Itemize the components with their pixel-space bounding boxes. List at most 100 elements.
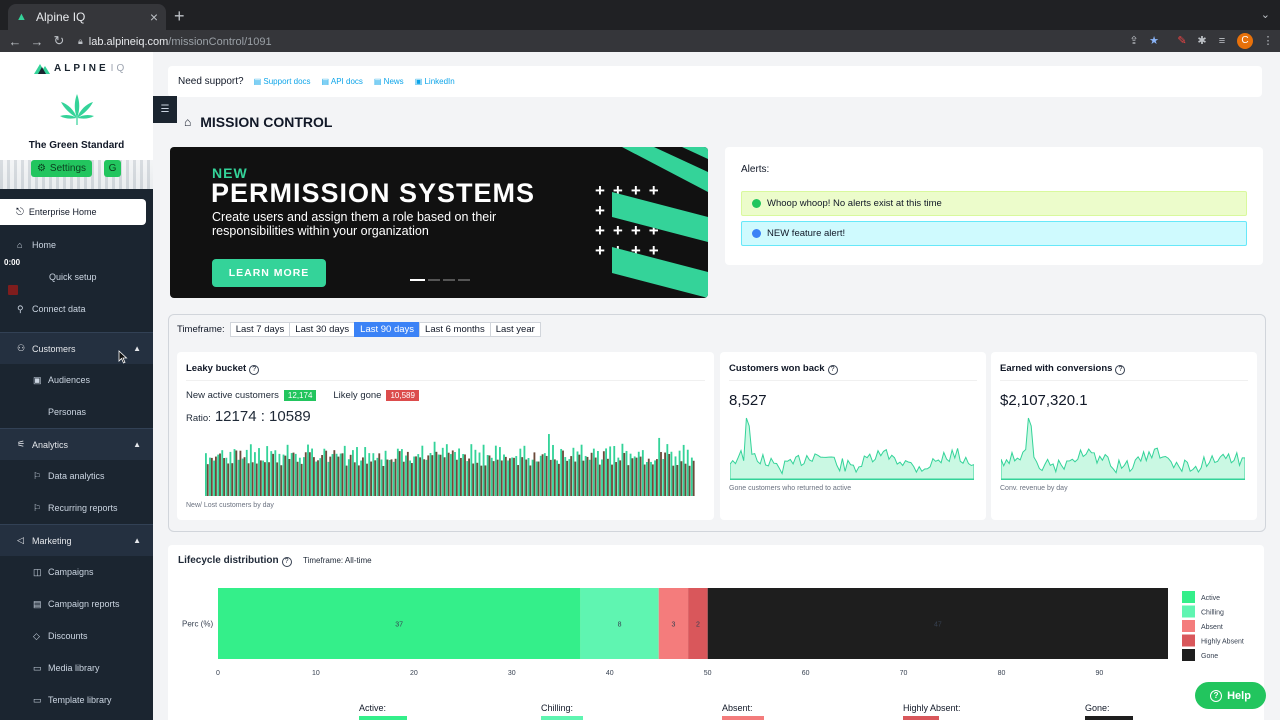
back-icon[interactable]: ← bbox=[4, 34, 26, 49]
linkedin-link[interactable]: ▣ LinkedIn bbox=[415, 77, 455, 86]
sidebar-item-label: Campaign reports bbox=[48, 599, 120, 609]
sidebar-item-media-library[interactable]: ▭ Media library bbox=[0, 658, 153, 678]
new-tab-icon[interactable]: + bbox=[174, 6, 185, 27]
data-analytics-icon: ⚐ bbox=[33, 470, 42, 481]
reload-icon[interactable]: ↻ bbox=[48, 33, 70, 49]
legend-label[interactable]: Active bbox=[1201, 595, 1220, 602]
legend-label[interactable]: Gone bbox=[1201, 653, 1218, 660]
leaky-dark-bar bbox=[611, 464, 613, 496]
learn-more-button[interactable]: LEARN MORE bbox=[212, 259, 326, 287]
leaky-dark-bar bbox=[509, 458, 511, 496]
new-active-badge: 12,174 bbox=[283, 390, 317, 401]
timeframe-last-year[interactable]: Last year bbox=[489, 322, 541, 337]
gear-icon: ⚙ bbox=[36, 163, 46, 174]
sidebar-group-customers[interactable]: ⚇ Customers ▲ bbox=[0, 332, 153, 364]
banner-subtext: Create users and assign them a role base… bbox=[212, 210, 497, 238]
api-docs-link[interactable]: ▤ API docs bbox=[322, 77, 363, 86]
chevron-up-icon[interactable]: ▲ bbox=[133, 440, 141, 449]
leaky-dark-bar bbox=[243, 457, 246, 496]
reading-list-icon[interactable]: ≡ bbox=[1214, 33, 1230, 49]
timeframe-30-days[interactable]: Last 30 days bbox=[289, 322, 356, 337]
help-circle-icon[interactable]: ? bbox=[281, 557, 292, 567]
settings-button[interactable]: ⚙ Settings bbox=[31, 160, 92, 177]
timeframe-90-days[interactable]: Last 90 days bbox=[354, 322, 421, 337]
leaky-dark-bar bbox=[366, 463, 368, 496]
leaky-dark-bar bbox=[215, 456, 217, 496]
puzzle-icon[interactable]: ✱ bbox=[1194, 33, 1210, 49]
sidebar-item-audiences[interactable]: ▣ Audiences bbox=[0, 370, 153, 390]
leaky-green-bar bbox=[507, 460, 510, 496]
more-icon[interactable]: ⋮ bbox=[1260, 33, 1276, 49]
extension-icon[interactable]: ✎ bbox=[1174, 33, 1190, 49]
leaky-green-bar bbox=[621, 443, 624, 496]
sidebar-item-quick-setup[interactable]: Quick setup bbox=[0, 267, 153, 287]
sidebar-item-data-analytics[interactable]: ⚐ Data analytics bbox=[0, 466, 153, 486]
sidebar-group-analytics[interactable]: ⚟ Analytics ▲ bbox=[0, 428, 153, 460]
carousel-dot[interactable] bbox=[443, 279, 455, 281]
carousel-dots[interactable] bbox=[410, 279, 470, 281]
sidebar-item-connect-data[interactable]: ⚲ Connect data bbox=[0, 299, 153, 319]
news-link[interactable]: ▤ News bbox=[374, 77, 404, 86]
carousel-dot[interactable] bbox=[458, 279, 470, 281]
sidebar-item-personas[interactable]: Personas bbox=[0, 402, 153, 422]
close-icon[interactable]: × bbox=[150, 9, 158, 25]
support-docs-link[interactable]: ▤ Support docs bbox=[254, 77, 311, 86]
sidebar-item-label: Recurring reports bbox=[48, 503, 118, 513]
conversions-card: Earned with conversions? $2,107,320.1 Co… bbox=[991, 352, 1257, 520]
sidebar-item-label: Campaigns bbox=[48, 567, 94, 577]
leaky-green-bar bbox=[335, 453, 338, 496]
forward-icon[interactable]: → bbox=[26, 34, 48, 49]
timeframe-7-days[interactable]: Last 7 days bbox=[229, 322, 291, 337]
url-field[interactable]: 🔒︎ lab.alpineiq.com /missionControl/1091 bbox=[78, 33, 1148, 50]
carousel-dot[interactable] bbox=[428, 279, 440, 281]
sidebar-item-campaigns[interactable]: ◫ Campaigns bbox=[0, 562, 153, 582]
chevron-up-icon[interactable]: ▲ bbox=[133, 536, 141, 545]
leaky-dark-bar bbox=[406, 451, 409, 496]
help-circle-icon[interactable]: ? bbox=[827, 365, 838, 375]
sidebar-item-recurring-reports[interactable]: ⚐ Recurring reports bbox=[0, 498, 153, 518]
chevron-up-icon[interactable]: ▲ bbox=[133, 344, 141, 353]
profile-avatar[interactable]: C bbox=[1237, 33, 1253, 49]
sidebar-toggle-button[interactable]: ☰ bbox=[153, 96, 177, 123]
alerts-title: Alerts: bbox=[741, 164, 770, 175]
sidebar-item-home[interactable]: ⌂ Home bbox=[0, 235, 153, 255]
timeframe-6-months[interactable]: Last 6 months bbox=[419, 322, 491, 337]
sidebar-item-discounts[interactable]: ◇ Discounts bbox=[0, 626, 153, 646]
leaky-green-bar bbox=[298, 457, 301, 496]
legend-label[interactable]: Highly Absent bbox=[1201, 639, 1244, 646]
page-title: ⌂ MISSION CONTROL bbox=[184, 114, 332, 130]
help-button[interactable]: ? Help bbox=[1195, 682, 1266, 709]
leaky-green-bar bbox=[650, 461, 652, 496]
leaky-green-bar bbox=[523, 445, 526, 496]
enterprise-home-button[interactable]: ⎋ Enterprise Home bbox=[0, 199, 146, 225]
leaky-dark-bar bbox=[423, 459, 426, 496]
promo-banner[interactable]: NEW PERMISSION SYSTEMS Create users and … bbox=[170, 147, 708, 298]
help-circle-icon[interactable]: ? bbox=[1115, 365, 1126, 375]
carousel-dot[interactable] bbox=[410, 279, 425, 281]
banner-headline: PERMISSION SYSTEMS bbox=[211, 178, 536, 208]
tab-title: Alpine IQ bbox=[36, 10, 86, 24]
legend-label[interactable]: Chilling bbox=[1201, 610, 1224, 617]
leaky-dark-bar bbox=[513, 457, 515, 496]
stripe-decoration-icon bbox=[612, 147, 708, 298]
sidebar-group-marketing[interactable]: ◁ Marketing ▲ bbox=[0, 524, 153, 556]
legend-label[interactable]: Absent bbox=[1201, 624, 1223, 631]
leaky-dark-bar bbox=[688, 465, 691, 496]
alpine-logo[interactable]: ALPINE IQ bbox=[34, 62, 127, 74]
alerts-panel: Alerts: Whoop whoop! No alerts exist at … bbox=[725, 147, 1263, 265]
megaphone-icon: ◁ bbox=[17, 535, 24, 545]
leaky-dark-bar bbox=[210, 457, 213, 496]
help-circle-icon[interactable]: ? bbox=[249, 365, 260, 375]
record-stop-button[interactable] bbox=[8, 285, 18, 295]
star-icon[interactable]: ★ bbox=[1146, 33, 1162, 49]
sidebar-item-campaign-reports[interactable]: ▤ Campaign reports bbox=[0, 594, 153, 614]
browser-tab[interactable]: ▲ Alpine IQ × bbox=[8, 4, 166, 30]
alert-info[interactable]: NEW feature alert! bbox=[741, 221, 1247, 246]
leaky-dark-bar bbox=[660, 452, 662, 496]
sidebar-item-template-library[interactable]: ▭ Template library bbox=[0, 690, 153, 710]
chevron-down-icon[interactable]: ⌄ bbox=[1261, 8, 1270, 21]
leaky-dark-bar bbox=[647, 458, 650, 496]
share-icon[interactable]: ⇪ bbox=[1126, 33, 1142, 49]
g-button[interactable]: G bbox=[104, 160, 121, 177]
sidebar-item-label: Media library bbox=[48, 663, 100, 673]
